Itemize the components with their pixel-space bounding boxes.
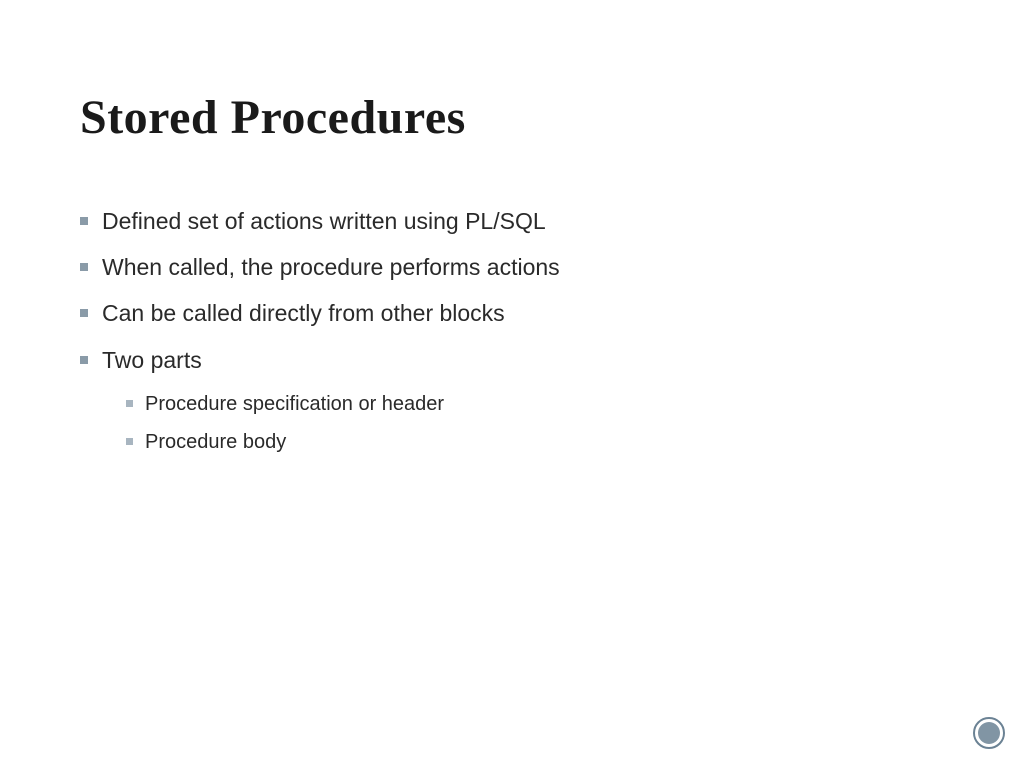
sub-bullet-text: Procedure specification or header bbox=[145, 390, 444, 418]
main-bullet-list: Defined set of actions written using PL/… bbox=[80, 205, 944, 376]
slide-container: Stored Procedures Defined set of actions… bbox=[0, 0, 1024, 768]
bullet-text: When called, the procedure performs acti… bbox=[102, 251, 560, 283]
sub-bullet-list: Procedure specification or header Proced… bbox=[126, 390, 944, 456]
bullet-item: Defined set of actions written using PL/… bbox=[80, 205, 944, 237]
slide-title: Stored Procedures bbox=[80, 90, 944, 145]
sub-bullet-text: Procedure body bbox=[145, 428, 286, 456]
square-bullet-icon bbox=[126, 438, 133, 445]
bullet-text: Defined set of actions written using PL/… bbox=[102, 205, 546, 237]
bullet-text: Two parts bbox=[102, 344, 202, 376]
sub-bullet-item: Procedure body bbox=[126, 428, 944, 456]
bullet-item: When called, the procedure performs acti… bbox=[80, 251, 944, 283]
sub-bullet-item: Procedure specification or header bbox=[126, 390, 944, 418]
square-bullet-icon bbox=[126, 400, 133, 407]
bullet-item: Can be called directly from other blocks bbox=[80, 297, 944, 329]
bullet-item: Two parts bbox=[80, 344, 944, 376]
slide-decoration-icon bbox=[972, 716, 1006, 750]
square-bullet-icon bbox=[80, 217, 88, 225]
square-bullet-icon bbox=[80, 356, 88, 364]
bullet-text: Can be called directly from other blocks bbox=[102, 297, 505, 329]
square-bullet-icon bbox=[80, 263, 88, 271]
square-bullet-icon bbox=[80, 309, 88, 317]
